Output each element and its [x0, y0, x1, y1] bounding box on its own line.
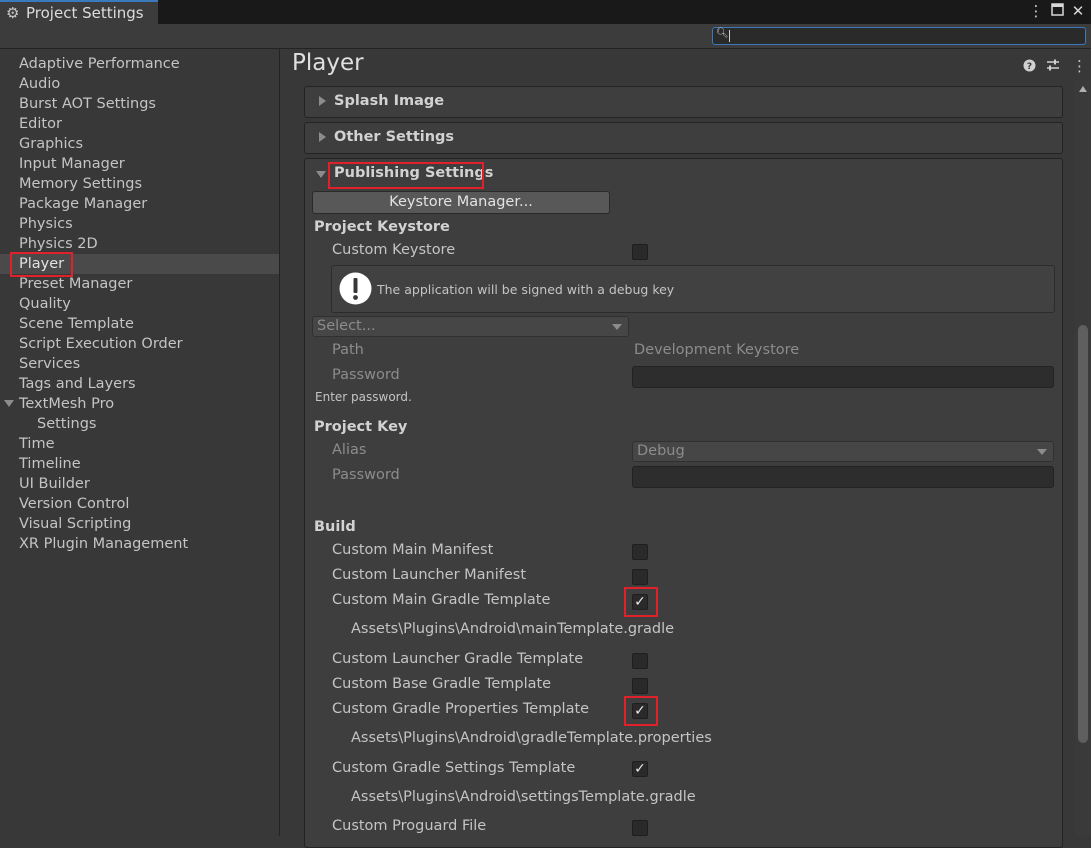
sidebar-item-physics-2d[interactable]: Physics 2D: [19, 234, 98, 254]
sidebar-item-scene-template[interactable]: Scene Template: [19, 314, 134, 334]
highlight-box: [624, 696, 658, 726]
dropdown-value: Debug: [637, 443, 685, 459]
build-item-label: Custom Main Manifest: [332, 542, 494, 558]
keystore-password-label: Password: [332, 367, 400, 383]
build-item-label: Custom Gradle Settings Template: [332, 760, 576, 776]
key-password-field[interactable]: [632, 466, 1054, 488]
sidebar-item-version-control[interactable]: Version Control: [19, 494, 129, 514]
gear-icon: ⚙: [6, 4, 20, 22]
expand-arrow-icon[interactable]: [4, 400, 14, 407]
project-keystore-heading: Project Keystore: [314, 219, 450, 235]
section-title: Other Settings: [334, 129, 455, 145]
keystore-manager-button[interactable]: Keystore Manager...: [312, 191, 610, 214]
close-icon[interactable]: ✕: [1069, 2, 1087, 20]
custom-main-manifest-checkbox[interactable]: [632, 544, 648, 560]
expanded-arrow-icon[interactable]: [316, 171, 326, 178]
highlight-box: [328, 162, 484, 189]
build-item-label: Custom Launcher Manifest: [332, 567, 527, 583]
sidebar-item-package-manager[interactable]: Package Manager: [19, 194, 147, 214]
custom-base-gradle-template-checkbox[interactable]: [632, 678, 648, 694]
key-password-label: Password: [332, 467, 400, 483]
section-splash-image[interactable]: Splash Image: [304, 86, 1063, 118]
chevron-down-icon: [612, 324, 622, 330]
search-input[interactable]: 🔍︎: [712, 27, 1086, 45]
sidebar-item-graphics[interactable]: Graphics: [19, 134, 83, 154]
page-title: Player: [292, 50, 364, 76]
template-path: Assets\Plugins\Android\gradleTemplate.pr…: [351, 730, 712, 746]
sidebar-item-services[interactable]: Services: [19, 354, 80, 374]
sidebar-item-script-execution-order[interactable]: Script Execution Order: [19, 334, 183, 354]
keystore-password-field[interactable]: [632, 366, 1054, 388]
custom-keystore-label: Custom Keystore: [332, 242, 456, 258]
sidebar-item-burst-aot[interactable]: Burst AOT Settings: [19, 94, 156, 114]
sidebar-item-audio[interactable]: Audio: [19, 74, 60, 94]
title-bar: [0, 0, 1091, 24]
scroll-up-arrow-icon[interactable]: [1079, 86, 1087, 92]
template-path: Assets\Plugins\Android\mainTemplate.grad…: [351, 621, 675, 637]
highlight-box: [10, 252, 73, 277]
sidebar-item-preset-manager[interactable]: Preset Manager: [19, 274, 132, 294]
build-item-label: Custom Proguard File: [332, 818, 487, 834]
sidebar-item-editor[interactable]: Editor: [19, 114, 62, 134]
custom-launcher-manifest-checkbox[interactable]: [632, 569, 648, 585]
sidebar-item-xr-plugin-management[interactable]: XR Plugin Management: [19, 534, 188, 554]
custom-proguard-file-checkbox[interactable]: [632, 820, 648, 836]
sidebar-item-textmesh-settings[interactable]: Settings: [37, 414, 96, 434]
path-value: Development Keystore: [634, 342, 800, 358]
sidebar-item-adaptive-performance[interactable]: Adaptive Performance: [19, 54, 180, 74]
sidebar-item-physics[interactable]: Physics: [19, 214, 73, 234]
kebab-menu-icon[interactable]: ⋮: [1027, 2, 1045, 20]
section-other-settings[interactable]: Other Settings: [304, 122, 1063, 154]
collapsed-arrow-icon: [319, 132, 326, 142]
tab-project-settings[interactable]: ⚙ Project Settings: [0, 0, 158, 24]
sidebar-item-ui-builder[interactable]: UI Builder: [19, 474, 90, 494]
tab-title: Project Settings: [26, 4, 144, 22]
more-icon[interactable]: ⋮: [1072, 57, 1087, 75]
svg-text:?: ?: [1027, 62, 1032, 72]
warning-icon: [339, 272, 372, 305]
section-title: Splash Image: [334, 93, 445, 109]
info-message: The application will be signed with a de…: [377, 282, 675, 297]
keystore-select-dropdown[interactable]: Select...: [312, 316, 629, 337]
sidebar-item-textmesh-pro[interactable]: TextMesh Pro: [19, 394, 114, 414]
sidebar-item-quality[interactable]: Quality: [19, 294, 71, 314]
password-hint: Enter password.: [315, 390, 412, 404]
maximize-icon[interactable]: [1048, 2, 1066, 20]
dropdown-value: Select...: [317, 318, 376, 334]
project-key-heading: Project Key: [314, 419, 408, 435]
preset-icon[interactable]: [1046, 59, 1060, 76]
build-item-label: Custom Gradle Properties Template: [332, 701, 590, 717]
collapsed-arrow-icon: [319, 96, 326, 106]
sidebar-item-input-manager[interactable]: Input Manager: [19, 154, 125, 174]
sidebar-item-timeline[interactable]: Timeline: [19, 454, 81, 474]
build-item-label: Custom Main Gradle Template: [332, 592, 551, 608]
sidebar-item-tags-and-layers[interactable]: Tags and Layers: [19, 374, 136, 394]
info-box: The application will be signed with a de…: [331, 265, 1055, 313]
alias-dropdown[interactable]: Debug: [632, 441, 1054, 462]
sidebar: Adaptive Performance Audio Burst AOT Set…: [0, 49, 280, 836]
build-item-label: Custom Launcher Gradle Template: [332, 651, 584, 667]
help-icon[interactable]: ?: [1023, 59, 1036, 76]
alias-label: Alias: [332, 442, 367, 458]
custom-launcher-gradle-template-checkbox[interactable]: [632, 653, 648, 669]
sidebar-item-visual-scripting[interactable]: Visual Scripting: [19, 514, 131, 534]
search-icon: 🔍︎: [716, 28, 729, 39]
custom-gradle-settings-template-checkbox[interactable]: ✓: [632, 761, 648, 777]
custom-keystore-checkbox[interactable]: [632, 244, 648, 260]
build-item-label: Custom Base Gradle Template: [332, 676, 552, 692]
build-heading: Build: [314, 519, 356, 535]
highlight-box: [624, 587, 658, 617]
text-caret: [729, 30, 730, 42]
path-label: Path: [332, 342, 364, 358]
sidebar-item-memory-settings[interactable]: Memory Settings: [19, 174, 142, 194]
chevron-down-icon: [1037, 449, 1047, 455]
template-path: Assets\Plugins\Android\settingsTemplate.…: [351, 789, 696, 805]
sidebar-item-time[interactable]: Time: [19, 434, 55, 454]
scrollbar-thumb[interactable]: [1078, 325, 1088, 743]
